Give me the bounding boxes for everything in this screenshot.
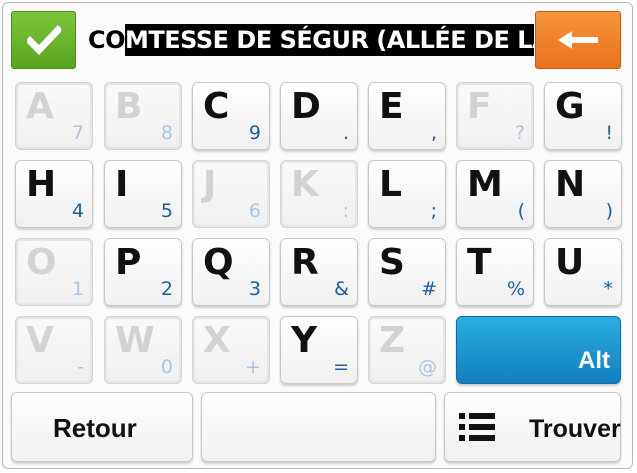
key-secondary-char: 4: [71, 200, 84, 222]
key-letter: J: [203, 164, 217, 205]
space-key[interactable]: [201, 392, 436, 462]
key-secondary-char: *: [603, 278, 614, 300]
key-secondary-char: =: [333, 356, 349, 378]
key-t[interactable]: T%: [456, 238, 534, 306]
alt-key[interactable]: Alt: [456, 316, 621, 384]
search-button[interactable]: Trouver: [444, 392, 621, 462]
key-letter: X: [203, 320, 231, 361]
key-letter: S: [379, 242, 405, 283]
key-letter: L: [379, 164, 402, 205]
key-letter: O: [26, 242, 57, 283]
confirm-button[interactable]: [11, 11, 76, 69]
key-a: A7: [15, 82, 93, 150]
key-b: B8: [104, 82, 182, 150]
key-secondary-char: .: [342, 122, 349, 144]
search-button-label: Trouver: [529, 415, 621, 443]
address-input[interactable]: CO MTESSE DE SÉGUR (ALLÉE DE LA): [80, 11, 534, 69]
key-letter: K: [291, 164, 319, 205]
key-letter: B: [115, 86, 143, 127]
key-l[interactable]: L;: [368, 160, 446, 228]
key-secondary-char: ): [605, 200, 613, 222]
key-secondary-char: :: [342, 200, 349, 222]
key-j: J6: [192, 160, 270, 228]
key-letter: G: [555, 86, 585, 127]
typed-text: CO: [88, 26, 126, 54]
key-letter: D: [291, 86, 321, 127]
key-x: X +: [192, 316, 270, 384]
key-h[interactable]: H4: [15, 160, 93, 228]
key-secondary-char: ;: [430, 200, 437, 222]
key-p[interactable]: P2: [104, 238, 182, 306]
key-q[interactable]: Q3: [192, 238, 270, 306]
key-letter: I: [115, 164, 129, 205]
key-letter: T: [467, 242, 492, 283]
key-u[interactable]: U *: [544, 238, 622, 306]
key-o: O1: [15, 238, 93, 306]
key-letter: A: [26, 86, 54, 127]
list-icon: [459, 413, 495, 441]
key-g[interactable]: G!: [544, 82, 622, 150]
autocomplete-suggestion: MTESSE DE SÉGUR (ALLÉE DE LA): [125, 24, 534, 56]
key-n[interactable]: N): [544, 160, 622, 228]
key-secondary-char: 2: [160, 278, 173, 300]
key-secondary-char: &: [334, 278, 349, 300]
key-v: V-: [15, 316, 93, 384]
key-secondary-char: +: [245, 356, 261, 378]
key-letter: Z: [379, 320, 406, 361]
key-letter: V: [26, 320, 54, 361]
key-y[interactable]: Y =: [280, 316, 358, 384]
key-secondary-char: 5: [160, 200, 173, 222]
key-secondary-char: 3: [248, 278, 261, 300]
key-secondary-char: ,: [430, 122, 437, 144]
key-letter: F: [467, 86, 492, 127]
back-button[interactable]: Retour: [11, 392, 193, 462]
key-letter: Y: [291, 320, 318, 361]
key-secondary-char: %: [506, 278, 525, 300]
key-d[interactable]: D.: [280, 82, 358, 150]
key-z: Z @: [368, 316, 446, 384]
key-secondary-char: !: [605, 122, 613, 144]
arrow-left-icon: [558, 31, 598, 49]
check-icon: [26, 25, 61, 55]
key-i[interactable]: I5: [104, 160, 182, 228]
key-letter: E: [379, 86, 404, 127]
key-s[interactable]: S #: [368, 238, 446, 306]
key-secondary-char: ?: [514, 122, 525, 144]
key-c[interactable]: C9: [192, 82, 270, 150]
key-secondary-char: 8: [160, 122, 173, 144]
key-r[interactable]: R &: [280, 238, 358, 306]
key-secondary-char: 9: [248, 122, 261, 144]
back-button-label: Retour: [53, 413, 137, 443]
key-letter: W: [115, 320, 155, 361]
key-m[interactable]: M(: [456, 160, 534, 228]
key-e[interactable]: E,: [368, 82, 446, 150]
key-letter: R: [291, 242, 319, 283]
key-secondary-char: (: [517, 200, 525, 222]
key-letter: C: [203, 86, 230, 127]
key-secondary-char: @: [418, 356, 437, 378]
key-secondary-char: -: [77, 356, 84, 378]
backspace-button[interactable]: [535, 11, 621, 69]
key-letter: H: [26, 164, 57, 205]
key-letter: Q: [203, 242, 234, 283]
key-secondary-char: #: [421, 278, 437, 300]
key-letter: U: [555, 242, 585, 283]
key-letter: P: [115, 242, 142, 283]
key-letter: M: [467, 164, 503, 205]
key-f: F?: [456, 82, 534, 150]
alt-key-label: Alt: [578, 347, 610, 374]
key-w: W0: [104, 316, 182, 384]
key-letter: N: [555, 164, 586, 205]
key-secondary-char: 6: [248, 200, 261, 222]
key-k: K:: [280, 160, 358, 228]
key-secondary-char: 7: [71, 122, 84, 144]
key-secondary-char: 1: [71, 278, 84, 300]
key-secondary-char: 0: [160, 356, 173, 378]
